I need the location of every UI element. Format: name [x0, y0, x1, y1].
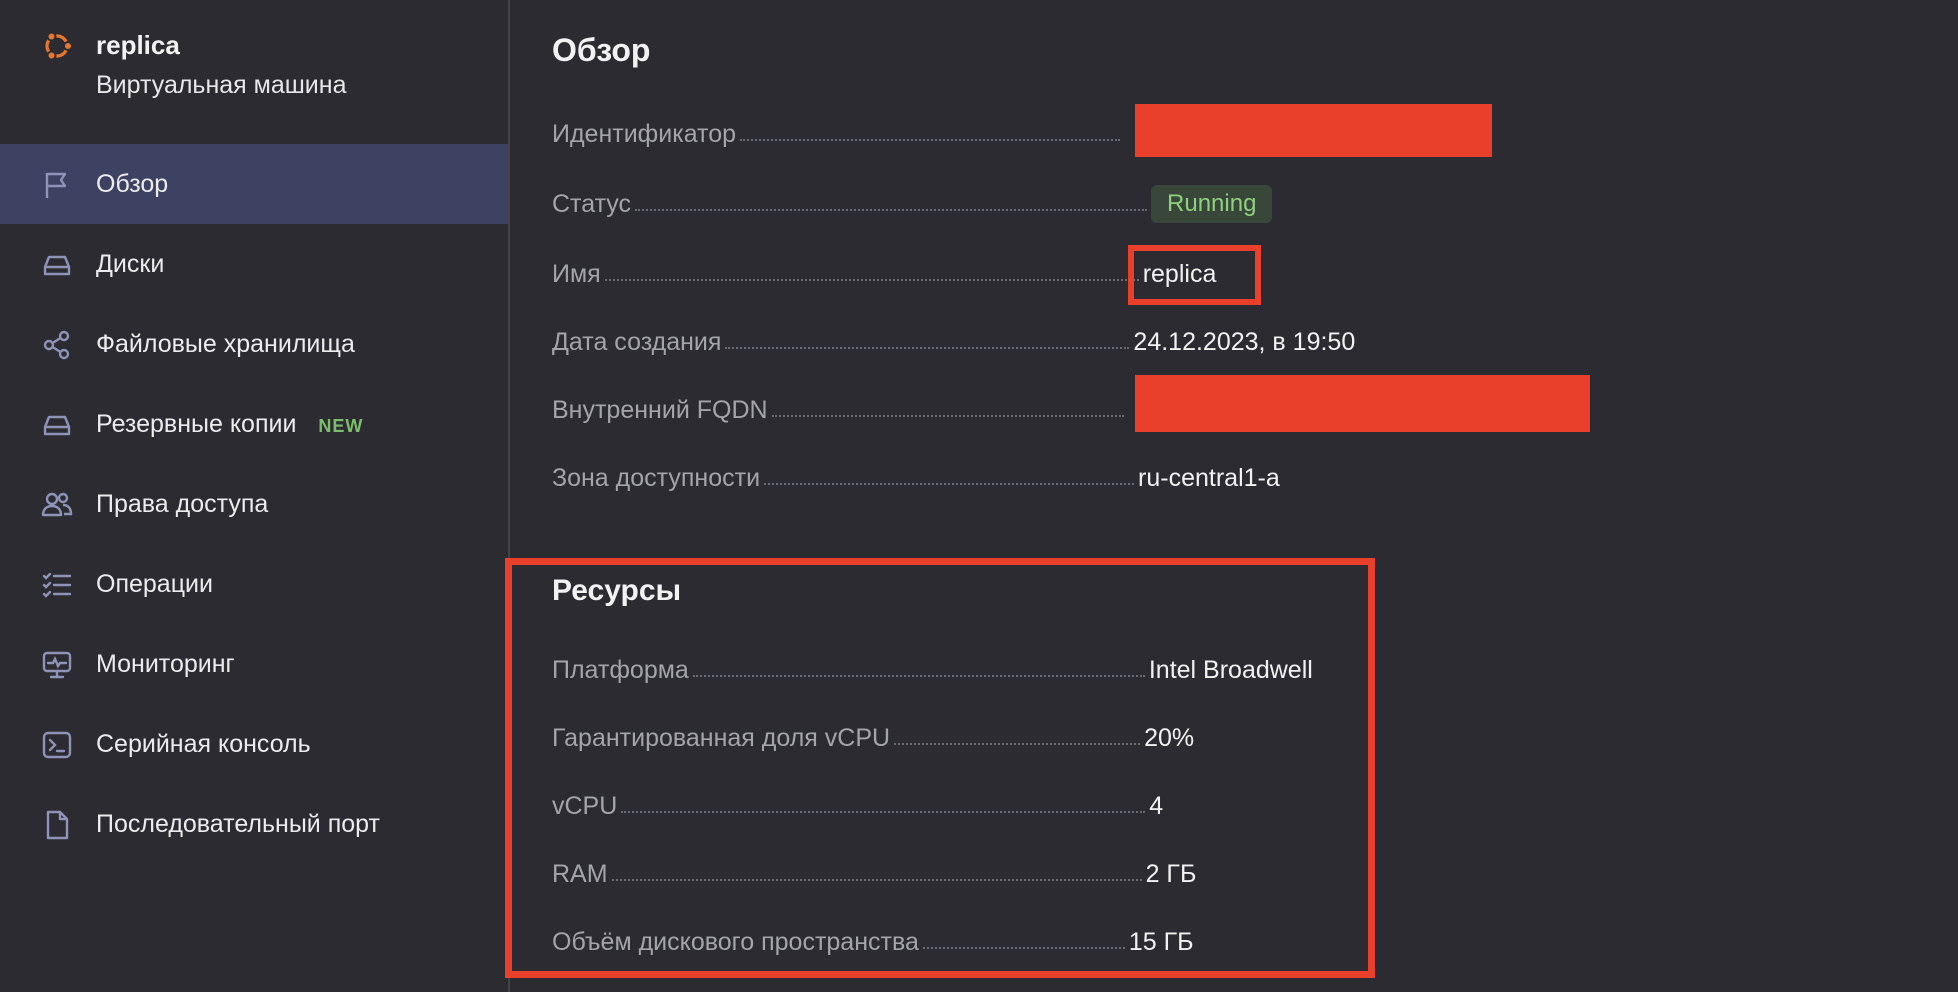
disk-icon [40, 248, 74, 282]
overview-row-created: Дата создания 24.12.2023, в 19:50 [552, 322, 1355, 362]
row-key: Идентификатор [552, 119, 737, 148]
sidebar-item-serial-port[interactable]: Последовательный порт [0, 784, 508, 864]
sidebar: replica Виртуальная машина Обзор Диски Ф… [0, 0, 510, 992]
backup-icon [40, 408, 74, 442]
users-icon [40, 488, 74, 522]
dot-leader [764, 483, 1135, 485]
sidebar-item-label: Обзор [96, 169, 169, 198]
overview-row-id: Идентификатор [552, 114, 1124, 154]
row-key: Статус [552, 189, 632, 218]
sidebar-nav: Обзор Диски Файловые хранилища Резервные… [0, 144, 508, 864]
highlight-resources [505, 558, 1375, 978]
new-badge: NEW [318, 415, 364, 436]
share-nodes-icon [40, 328, 74, 362]
sidebar-item-overview[interactable]: Обзор [0, 144, 508, 224]
dot-leader [740, 139, 1121, 141]
sidebar-item-file-storage[interactable]: Файловые хранилища [0, 304, 508, 384]
overview-row-fqdn: Внутренний FQDN [552, 390, 1128, 430]
sidebar-item-operations[interactable]: Операции [0, 544, 508, 624]
checklist-icon [40, 568, 74, 602]
redaction-fqdn [1135, 375, 1590, 432]
row-value: 24.12.2023, в 19:50 [1133, 327, 1356, 356]
overview-row-name: Имя replica [552, 254, 1216, 294]
sidebar-item-serial-console[interactable]: Серийная консоль [0, 704, 508, 784]
sidebar-item-disks[interactable]: Диски [0, 224, 508, 304]
ubuntu-icon [40, 28, 76, 64]
resource-type: Виртуальная машина [96, 71, 347, 99]
sidebar-item-label: Резервные копии [96, 409, 297, 438]
row-key: Внутренний FQDN [552, 395, 768, 424]
highlight-name [1128, 245, 1261, 305]
sidebar-item-backups[interactable]: Резервные копии NEW [0, 384, 508, 464]
overview-row-status: Статус Running [552, 184, 1273, 224]
sidebar-item-monitoring[interactable]: Мониторинг [0, 624, 508, 704]
sidebar-item-label: Файловые хранилища [96, 329, 355, 358]
resource-name: replica [96, 30, 180, 60]
terminal-icon [40, 728, 74, 762]
flag-icon [40, 168, 74, 202]
redaction-id [1135, 104, 1492, 157]
row-key: Дата создания [552, 327, 722, 356]
row-key: Зона доступности [552, 463, 761, 492]
sidebar-item-label: Операции [96, 569, 213, 598]
dot-leader [635, 209, 1148, 211]
dot-leader [604, 279, 1139, 281]
sidebar-item-label: Серийная консоль [96, 729, 311, 758]
status-badge: Running [1151, 185, 1273, 223]
monitor-icon [40, 648, 74, 682]
sidebar-item-label: Последовательный порт [96, 809, 380, 838]
sidebar-item-access[interactable]: Права доступа [0, 464, 508, 544]
overview-title: Обзор [552, 32, 651, 68]
file-icon [40, 808, 74, 842]
row-key: Имя [552, 259, 601, 288]
dot-leader [725, 347, 1130, 349]
sidebar-item-label: Права доступа [96, 489, 269, 518]
row-value: ru-central1-a [1138, 463, 1280, 492]
overview-row-zone: Зона доступности ru-central1-a [552, 458, 1280, 498]
sidebar-item-label: Диски [96, 249, 165, 278]
dot-leader [771, 415, 1124, 417]
sidebar-item-label: Мониторинг [96, 649, 235, 678]
